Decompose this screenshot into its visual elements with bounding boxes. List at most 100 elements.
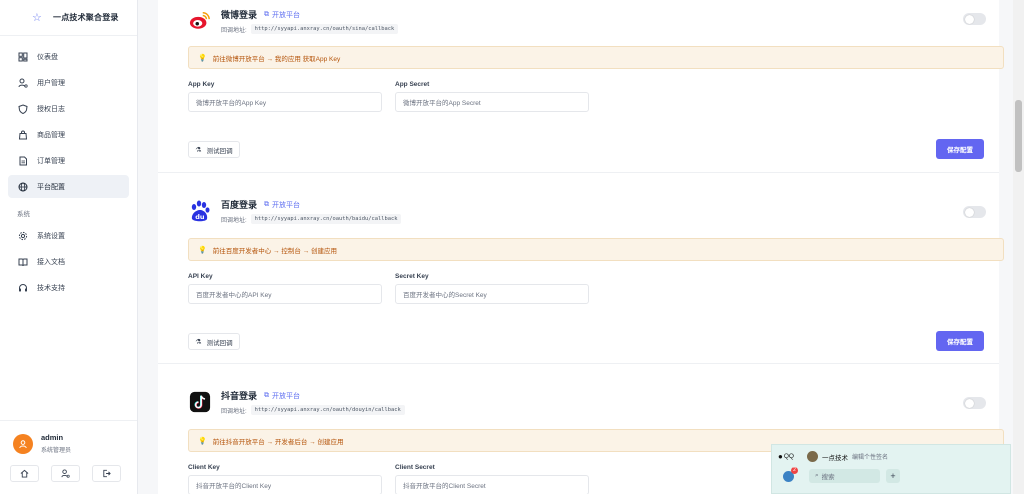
book-icon xyxy=(18,257,28,267)
sidebar-item-products[interactable]: 商品管理 xyxy=(8,123,129,146)
platform-card-baidu: du 百度登录 ⧉ 开放平台 回调地址: http://syyapi.anxray.… xyxy=(158,172,1004,363)
qq-popup: ● QQ 一点技术 编辑个性签名 2 ⌕ 搜索 + xyxy=(771,444,1011,494)
open-platform-link[interactable]: ⧉ 开放平台 xyxy=(264,10,300,20)
enable-toggle[interactable] xyxy=(963,13,986,25)
brand[interactable]: ☆ 一点技术聚合登录 xyxy=(0,0,137,36)
notification-icon[interactable]: 2 xyxy=(783,466,798,482)
baidu-logo-icon: du xyxy=(188,199,212,223)
tip-banner: 💡 前往微博开放平台 → 我的应用 获取App Key xyxy=(188,46,1004,69)
douyin-logo-icon xyxy=(188,390,212,414)
test-callback-button[interactable]: ⚗ 测试回调 xyxy=(188,141,240,158)
client-key-input[interactable]: 抖音开放平台的Client Key xyxy=(188,475,382,494)
app-name: 一点技术聚合登录 xyxy=(53,13,119,22)
user-role: 系统管理员 xyxy=(41,448,72,454)
search-placeholder: 搜索 xyxy=(821,474,835,481)
open-platform-label: 开放平台 xyxy=(272,392,301,400)
sidebar-item-dashboard[interactable]: 仪表盘 xyxy=(8,45,129,68)
field2-label: App Secret xyxy=(395,81,430,88)
user-profile[interactable]: admin 系统管理员 xyxy=(0,421,137,454)
save-config-button[interactable]: 保存配置 xyxy=(936,331,984,351)
main-content: 微博登录 ⧉ 开放平台 回调地址: http://syyapi.anxray.cn/… xyxy=(139,0,1013,494)
bulb-icon: 💡 xyxy=(198,246,207,254)
avatar[interactable] xyxy=(807,451,818,462)
qq-app-name: QQ xyxy=(783,453,794,460)
sidebar-item-label: 接入文档 xyxy=(37,258,65,266)
save-config-button[interactable]: 保存配置 xyxy=(936,139,984,159)
app-key-input[interactable]: 微博开放平台的App Key xyxy=(188,92,382,112)
open-platform-link[interactable]: ⧉ 开放平台 xyxy=(264,200,300,210)
sidebar-item-auth-logs[interactable]: 授权日志 xyxy=(8,97,129,120)
logout-icon xyxy=(102,465,111,483)
logout-button[interactable] xyxy=(92,465,121,482)
callback-label: 回调地址: xyxy=(221,27,247,34)
api-key-input[interactable]: 百度开发者中心的API Key xyxy=(188,284,382,304)
qq-search-input[interactable]: ⌕ 搜索 xyxy=(809,469,880,483)
qq-app-label[interactable]: ● QQ xyxy=(778,452,807,461)
open-platform-label: 开放平台 xyxy=(272,201,301,209)
sidebar-item-settings[interactable]: 系统设置 xyxy=(8,224,129,247)
scrollbar-thumb[interactable] xyxy=(1015,100,1022,172)
app-secret-input[interactable]: 微博开放平台的App Secret xyxy=(395,92,589,112)
platform-card-weibo: 微博登录 ⧉ 开放平台 回调地址: http://syyapi.anxray.cn/… xyxy=(158,0,1004,172)
penguin-icon: ● xyxy=(778,452,783,461)
qq-signature[interactable]: 编辑个性签名 xyxy=(852,452,888,461)
test-callback-button[interactable]: ⚗ 测试回调 xyxy=(188,333,240,350)
enable-toggle[interactable] xyxy=(963,206,986,218)
platform-header: du 百度登录 ⧉ 开放平台 回调地址: http://syyapi.anxray.… xyxy=(188,198,402,224)
sidebar-item-support[interactable]: 技术支持 xyxy=(8,276,129,299)
sidebar-item-label: 仪表盘 xyxy=(37,53,58,61)
callback-label: 回调地址: xyxy=(221,408,247,415)
document-icon xyxy=(18,156,28,166)
sidebar-item-label: 系统设置 xyxy=(37,232,65,240)
qq-nickname: 一点技术 xyxy=(822,454,848,462)
external-link-icon: ⧉ xyxy=(264,200,270,208)
field1-label: Client Key xyxy=(188,464,220,471)
sidebar-group-system: 系统 xyxy=(17,211,30,218)
notification-badge: 2 xyxy=(791,466,798,474)
globe-icon xyxy=(18,182,28,192)
gear-icon xyxy=(18,231,28,241)
star-icon: ☆ xyxy=(32,11,42,24)
search-icon: ⌕ xyxy=(815,472,819,479)
platform-header: 微博登录 ⧉ 开放平台 回调地址: http://syyapi.anxray.cn/… xyxy=(188,8,399,34)
sidebar-item-orders[interactable]: 订单管理 xyxy=(8,149,129,172)
callback-url: http://syyapi.anxray.cn/oauth/baidu/call… xyxy=(250,214,402,224)
user-gear-icon xyxy=(61,465,70,483)
external-link-icon: ⧉ xyxy=(264,391,270,399)
field1-label: App Key xyxy=(188,81,215,88)
user-name: admin xyxy=(41,433,64,442)
field2-label: Secret Key xyxy=(395,273,429,280)
home-button[interactable] xyxy=(10,465,39,482)
tip-banner: 💡 前往百度开发者中心 → 控制台 → 创建应用 xyxy=(188,238,1004,261)
sidebar-item-users[interactable]: 用户管理 xyxy=(8,71,129,94)
secret-key-input[interactable]: 百度开发者中心的Secret Key xyxy=(395,284,589,304)
home-icon xyxy=(20,465,29,483)
field2-label: Client Secret xyxy=(395,464,435,471)
flask-icon: ⚗ xyxy=(195,146,202,154)
test-callback-label: 测试回调 xyxy=(206,339,233,347)
add-button[interactable]: + xyxy=(886,469,900,483)
enable-toggle[interactable] xyxy=(963,397,986,409)
open-platform-link[interactable]: ⧉ 开放平台 xyxy=(264,391,300,401)
bulb-icon: 💡 xyxy=(198,437,207,445)
bulb-icon: 💡 xyxy=(198,54,207,62)
page-scrollbar[interactable] xyxy=(1013,0,1024,494)
sidebar-item-label: 商品管理 xyxy=(37,131,65,139)
sidebar-item-label: 授权日志 xyxy=(37,105,65,113)
shield-icon xyxy=(18,103,28,114)
platform-header: 抖音登录 ⧉ 开放平台 回调地址: http://syyapi.anxray.cn/… xyxy=(188,389,405,415)
tip-text: 前往百度开发者中心 → 控制台 → 创建应用 xyxy=(212,247,337,255)
sidebar-item-label: 订单管理 xyxy=(37,157,65,165)
dashboard-icon xyxy=(18,52,28,62)
external-link-icon: ⧉ xyxy=(264,10,270,18)
sidebar-item-platform-config[interactable]: 平台配置 xyxy=(8,175,129,198)
footer-actions xyxy=(0,454,137,482)
sidebar-item-label: 用户管理 xyxy=(37,79,65,87)
avatar xyxy=(13,433,33,454)
platform-title: 抖音登录 xyxy=(221,391,258,401)
profile-settings-button[interactable] xyxy=(51,465,80,482)
client-secret-input[interactable]: 抖音开放平台的Client Secret xyxy=(395,475,589,494)
sidebar-item-docs[interactable]: 接入文档 xyxy=(8,250,129,273)
sidebar-item-label: 技术支持 xyxy=(37,284,65,292)
field1-label: API Key xyxy=(188,273,213,280)
